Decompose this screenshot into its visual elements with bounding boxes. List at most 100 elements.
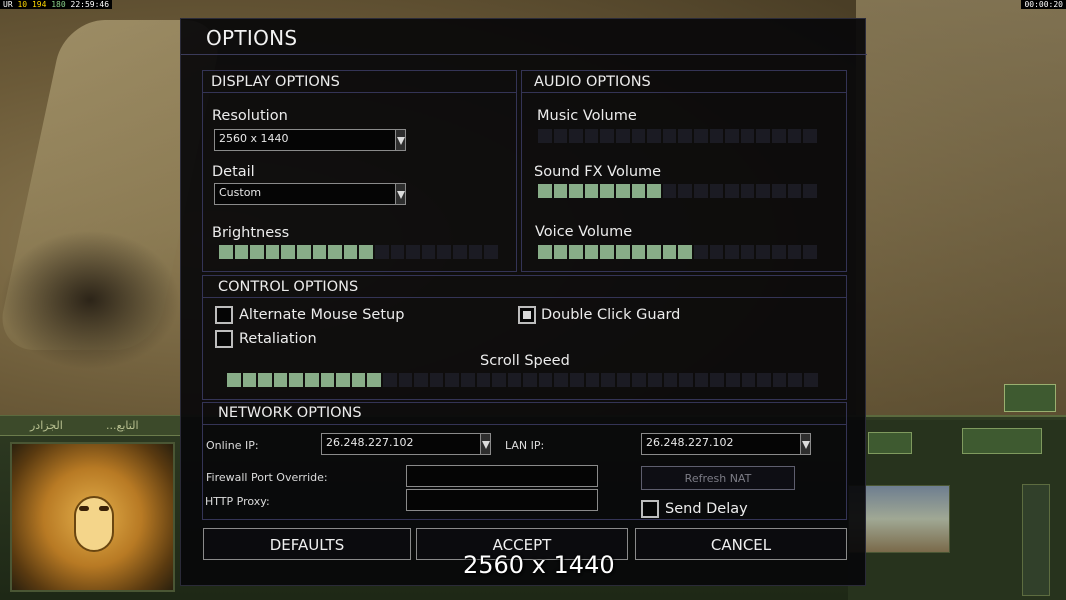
slider-segment[interactable] [600, 245, 614, 259]
slider-segment[interactable] [250, 245, 264, 259]
slider-segment[interactable] [615, 184, 630, 198]
slider-segment[interactable] [492, 373, 506, 387]
slider-segment[interactable] [538, 129, 552, 143]
hud-arrow-button[interactable] [868, 432, 912, 454]
detail-select[interactable]: Custom [214, 183, 406, 205]
slider-segment[interactable] [788, 373, 802, 387]
hud-green-button[interactable] [962, 428, 1042, 454]
slider-segment[interactable] [771, 129, 786, 143]
slider-segment[interactable] [227, 373, 241, 387]
slider-segment[interactable] [538, 373, 553, 387]
refresh-nat-button[interactable]: Refresh NAT [641, 466, 795, 490]
slider-segment[interactable] [601, 373, 615, 387]
slider-segment[interactable] [710, 373, 724, 387]
slider-segment[interactable] [554, 373, 569, 387]
slider-segment[interactable] [242, 373, 257, 387]
hud-tab-mid[interactable]: الجزادر [30, 419, 63, 432]
slider-segment[interactable] [662, 184, 677, 198]
slider-segment[interactable] [289, 373, 303, 387]
slider-segment[interactable] [600, 184, 614, 198]
lan-ip-select[interactable]: 26.248.227.102 [641, 433, 811, 455]
slider-segment[interactable] [553, 129, 568, 143]
slider-segment[interactable] [647, 129, 661, 143]
music-volume-slider[interactable] [538, 129, 817, 143]
slider-segment[interactable] [328, 245, 342, 259]
slider-segment[interactable] [740, 184, 755, 198]
slider-segment[interactable] [803, 129, 817, 143]
slider-segment[interactable] [538, 184, 552, 198]
slider-segment[interactable] [460, 373, 475, 387]
scroll-speed-slider[interactable] [227, 373, 818, 387]
alternate-mouse-checkbox[interactable] [215, 306, 233, 324]
voice-volume-slider[interactable] [538, 245, 817, 259]
slider-segment[interactable] [600, 129, 614, 143]
slider-segment[interactable] [632, 373, 647, 387]
slider-segment[interactable] [678, 129, 692, 143]
chevron-down-icon[interactable] [395, 184, 405, 204]
slider-segment[interactable] [421, 245, 436, 259]
slider-segment[interactable] [359, 245, 373, 259]
slider-segment[interactable] [569, 245, 583, 259]
slider-segment[interactable] [787, 184, 802, 198]
slider-segment[interactable] [679, 373, 693, 387]
chevron-down-icon[interactable] [800, 434, 810, 454]
slider-segment[interactable] [678, 184, 692, 198]
hud-rank-icon[interactable] [1004, 384, 1056, 412]
slider-segment[interactable] [484, 245, 498, 259]
double-click-guard-checkbox[interactable] [518, 306, 536, 324]
slider-segment[interactable] [787, 129, 802, 143]
slider-segment[interactable] [296, 245, 311, 259]
sfx-volume-slider[interactable] [538, 184, 817, 198]
slider-segment[interactable] [631, 184, 646, 198]
slider-segment[interactable] [771, 184, 786, 198]
slider-segment[interactable] [662, 129, 677, 143]
slider-segment[interactable] [367, 373, 381, 387]
slider-segment[interactable] [803, 245, 817, 259]
slider-segment[interactable] [414, 373, 428, 387]
slider-segment[interactable] [726, 373, 740, 387]
slider-segment[interactable] [374, 245, 389, 259]
slider-segment[interactable] [631, 245, 646, 259]
slider-segment[interactable] [406, 245, 420, 259]
slider-segment[interactable] [304, 373, 319, 387]
hud-tab-left[interactable]: ...التابع [106, 419, 139, 432]
slider-segment[interactable] [803, 373, 818, 387]
slider-segment[interactable] [351, 373, 366, 387]
slider-segment[interactable] [616, 373, 631, 387]
slider-segment[interactable] [615, 129, 630, 143]
slider-segment[interactable] [320, 373, 335, 387]
slider-segment[interactable] [709, 129, 724, 143]
resolution-select[interactable]: 2560 x 1440 [214, 129, 406, 151]
slider-segment[interactable] [693, 129, 708, 143]
brightness-slider[interactable] [219, 245, 498, 259]
slider-segment[interactable] [756, 245, 770, 259]
slider-segment[interactable] [584, 245, 599, 259]
slider-segment[interactable] [631, 129, 646, 143]
slider-segment[interactable] [476, 373, 491, 387]
slider-segment[interactable] [725, 129, 739, 143]
slider-segment[interactable] [647, 245, 661, 259]
cancel-button[interactable]: CANCEL [635, 528, 847, 560]
slider-segment[interactable] [740, 129, 755, 143]
slider-segment[interactable] [725, 184, 739, 198]
slider-segment[interactable] [398, 373, 413, 387]
slider-segment[interactable] [741, 373, 756, 387]
slider-segment[interactable] [569, 129, 583, 143]
slider-segment[interactable] [584, 129, 599, 143]
chevron-down-icon[interactable] [395, 130, 405, 150]
slider-segment[interactable] [523, 373, 537, 387]
slider-segment[interactable] [709, 184, 724, 198]
slider-segment[interactable] [336, 373, 350, 387]
slider-segment[interactable] [648, 373, 662, 387]
slider-segment[interactable] [709, 245, 724, 259]
online-ip-select[interactable]: 26.248.227.102 [321, 433, 491, 455]
send-delay-checkbox[interactable] [641, 500, 659, 518]
slider-segment[interactable] [553, 184, 568, 198]
retaliation-checkbox[interactable] [215, 330, 233, 348]
slider-segment[interactable] [693, 184, 708, 198]
slider-segment[interactable] [740, 245, 755, 259]
slider-segment[interactable] [273, 373, 288, 387]
slider-segment[interactable] [647, 184, 661, 198]
slider-segment[interactable] [265, 245, 280, 259]
slider-segment[interactable] [756, 184, 770, 198]
